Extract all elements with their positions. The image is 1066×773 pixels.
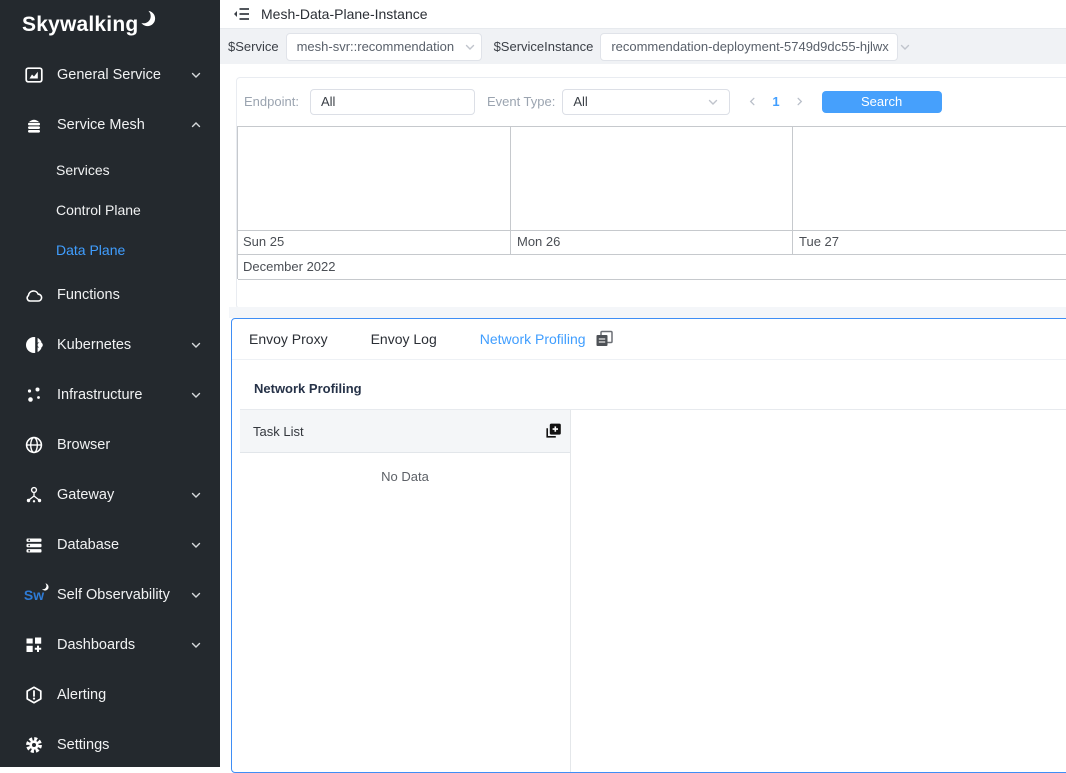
sidebar-item-services[interactable]: Services bbox=[0, 150, 220, 190]
instance-tabs-panel: Envoy Proxy Envoy Log Network Profiling … bbox=[231, 318, 1066, 773]
section-gap bbox=[229, 307, 1066, 318]
gear-icon bbox=[24, 736, 44, 754]
service-instance-select[interactable]: recommendation-deployment-5749d9dc55-hjl… bbox=[600, 33, 898, 61]
chart-board-icon bbox=[24, 67, 44, 84]
events-toolbar: Endpoint: All Event Type: All 1 bbox=[237, 78, 1066, 125]
endpoint-label: Endpoint: bbox=[244, 94, 299, 109]
sidebar-item-data-plane[interactable]: Data Plane bbox=[0, 230, 220, 270]
pagination: 1 bbox=[747, 94, 804, 109]
chevron-down-icon bbox=[464, 41, 476, 53]
network-hub-icon bbox=[24, 486, 44, 504]
sidebar-item-service-mesh[interactable]: Service Mesh bbox=[0, 100, 220, 150]
selectors-bar: $Service mesh-svr::recommendation $Servi… bbox=[220, 29, 1066, 64]
layers-icon bbox=[24, 117, 44, 134]
chevron-left-icon[interactable] bbox=[747, 96, 758, 107]
sidebar-item-functions[interactable]: Functions bbox=[0, 270, 220, 320]
sidebar-item-dashboards[interactable]: Dashboards bbox=[0, 620, 220, 670]
globe-icon bbox=[24, 436, 44, 454]
page-header: Mesh-Data-Plane-Instance bbox=[220, 0, 1066, 29]
chevron-right-icon[interactable] bbox=[794, 96, 805, 107]
search-button[interactable]: Search bbox=[822, 91, 942, 113]
events-card: Endpoint: All Event Type: All 1 bbox=[236, 77, 1066, 309]
calendar-day-label: Mon 26 bbox=[517, 234, 560, 249]
chevron-up-icon bbox=[190, 119, 202, 131]
calendar-day-cell[interactable] bbox=[238, 127, 510, 230]
calendar-grid-line bbox=[792, 127, 793, 254]
copy-icon[interactable] bbox=[595, 330, 614, 348]
add-task-icon[interactable] bbox=[544, 422, 562, 440]
sidebar-item-kubernetes[interactable]: Kubernetes bbox=[0, 320, 220, 370]
chevron-down-icon bbox=[707, 96, 719, 108]
tab-network-profiling[interactable]: Network Profiling bbox=[480, 331, 586, 347]
kubernetes-wheel-icon bbox=[24, 336, 44, 354]
calendar-grid-line bbox=[510, 127, 511, 254]
sidebar-item-control-plane[interactable]: Control Plane bbox=[0, 190, 220, 230]
crescent-moon-icon bbox=[139, 10, 156, 27]
event-type-select[interactable]: All bbox=[562, 89, 730, 115]
app-logo-text: Skywalking bbox=[22, 13, 138, 37]
tabs-row: Envoy Proxy Envoy Log Network Profiling bbox=[232, 319, 1066, 360]
sidebar: Skywalking General Service Service Mesh bbox=[0, 0, 220, 767]
calendar-month-label: December 2022 bbox=[243, 259, 336, 274]
endpoint-input[interactable]: All bbox=[310, 89, 475, 115]
task-list-title: Task List bbox=[253, 424, 544, 439]
server-rows-icon bbox=[24, 537, 44, 554]
sidebar-item-general-service[interactable]: General Service bbox=[0, 50, 220, 100]
chevron-down-icon bbox=[899, 41, 911, 53]
service-select[interactable]: mesh-svr::recommendation bbox=[286, 33, 482, 61]
sidebar-nav: General Service Service Mesh Services Co… bbox=[0, 50, 220, 770]
task-list-header: Task List bbox=[240, 410, 570, 453]
chevron-down-icon bbox=[190, 339, 202, 351]
chevron-down-icon bbox=[190, 589, 202, 601]
sidebar-item-database[interactable]: Database bbox=[0, 520, 220, 570]
sidebar-item-alerting[interactable]: Alerting bbox=[0, 670, 220, 720]
chevron-down-icon bbox=[190, 489, 202, 501]
chevron-down-icon bbox=[190, 69, 202, 81]
grid-plus-icon bbox=[24, 636, 44, 654]
sidebar-item-self-observability[interactable]: Sw Self Observability bbox=[0, 570, 220, 620]
sidebar-item-gateway[interactable]: Gateway bbox=[0, 470, 220, 520]
sidebar-item-infrastructure[interactable]: Infrastructure bbox=[0, 370, 220, 420]
main-content: Mesh-Data-Plane-Instance $Service mesh-s… bbox=[220, 0, 1066, 767]
scatter-dots-icon bbox=[24, 386, 44, 404]
hexagon-alert-icon bbox=[24, 686, 44, 704]
calendar-day-cell[interactable] bbox=[511, 127, 792, 230]
page-number[interactable]: 1 bbox=[772, 94, 779, 109]
event-type-label: Event Type: bbox=[487, 94, 555, 109]
sw-logo-icon: Sw bbox=[24, 587, 44, 603]
app-logo[interactable]: Skywalking bbox=[0, 0, 220, 50]
calendar-grid-line bbox=[238, 254, 1066, 255]
chevron-down-icon bbox=[190, 389, 202, 401]
calendar-grid-line bbox=[238, 279, 1066, 280]
sidebar-item-settings[interactable]: Settings bbox=[0, 720, 220, 770]
sidebar-item-browser[interactable]: Browser bbox=[0, 420, 220, 470]
calendar-day-label: Tue 27 bbox=[799, 234, 839, 249]
tab-envoy-log[interactable]: Envoy Log bbox=[371, 331, 437, 347]
collapse-menu-icon[interactable] bbox=[233, 7, 250, 21]
task-list-column: Task List No Data bbox=[240, 410, 570, 772]
service-instance-label: $ServiceInstance bbox=[494, 39, 594, 54]
cloud-icon bbox=[24, 288, 44, 303]
chevron-down-icon bbox=[190, 639, 202, 651]
chevron-down-icon bbox=[190, 539, 202, 551]
calendar-day-cell[interactable] bbox=[793, 127, 1066, 230]
empty-state-text: No Data bbox=[240, 469, 570, 484]
page-title: Mesh-Data-Plane-Instance bbox=[261, 6, 428, 22]
calendar-day-label: Sun 25 bbox=[243, 234, 284, 249]
service-label: $Service bbox=[228, 39, 279, 54]
events-calendar: Sun 25 Mon 26 Tue 27 December 2022 bbox=[237, 126, 1066, 279]
tab-envoy-proxy[interactable]: Envoy Proxy bbox=[249, 331, 328, 347]
column-divider bbox=[570, 410, 571, 772]
widget-title: Network Profiling bbox=[254, 381, 362, 396]
calendar-grid-line bbox=[238, 230, 1066, 231]
